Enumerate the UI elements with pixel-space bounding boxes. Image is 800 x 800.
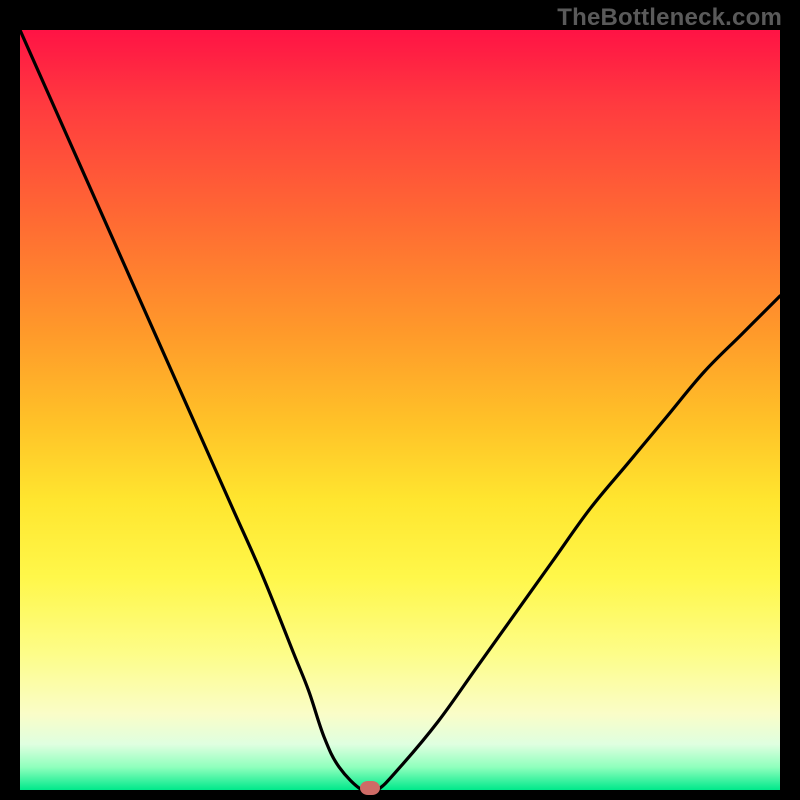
bottleneck-curve-path — [20, 30, 780, 790]
chart-frame: TheBottleneck.com — [0, 0, 800, 800]
watermark-label: TheBottleneck.com — [557, 4, 782, 32]
curve-svg — [20, 30, 780, 790]
plot-area — [20, 30, 780, 790]
optimum-marker — [360, 781, 380, 795]
